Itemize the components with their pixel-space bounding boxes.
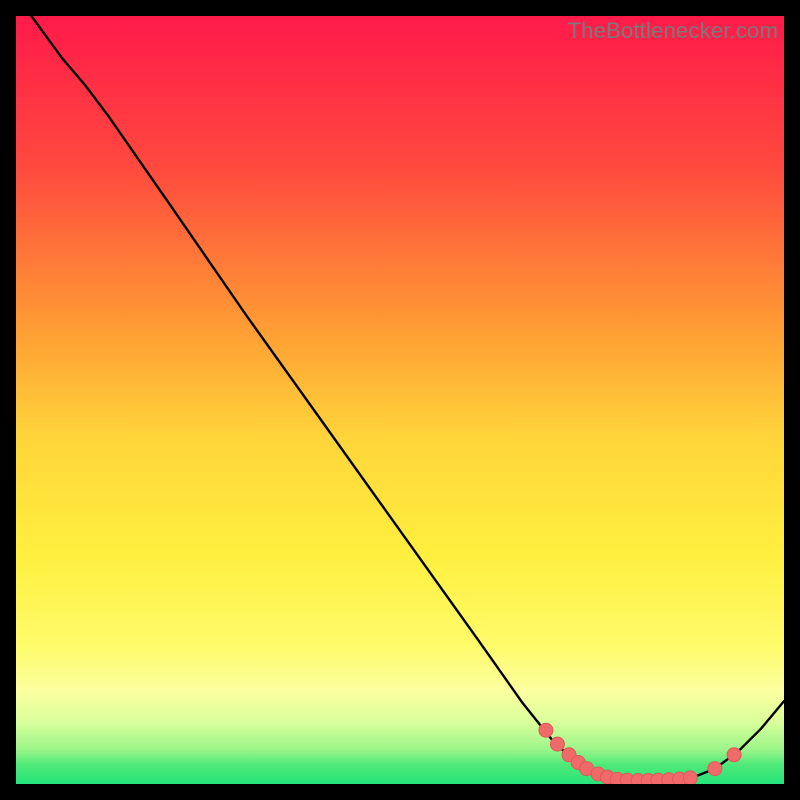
data-marker xyxy=(550,737,564,751)
data-marker xyxy=(708,762,722,776)
data-marker xyxy=(539,723,553,737)
data-marker xyxy=(727,748,741,762)
watermark-text: TheBottlenecker.com xyxy=(568,18,778,44)
data-marker xyxy=(683,771,697,784)
gradient-background xyxy=(16,16,784,784)
chart-frame: TheBottlenecker.com xyxy=(16,16,784,784)
chart-svg xyxy=(16,16,784,784)
